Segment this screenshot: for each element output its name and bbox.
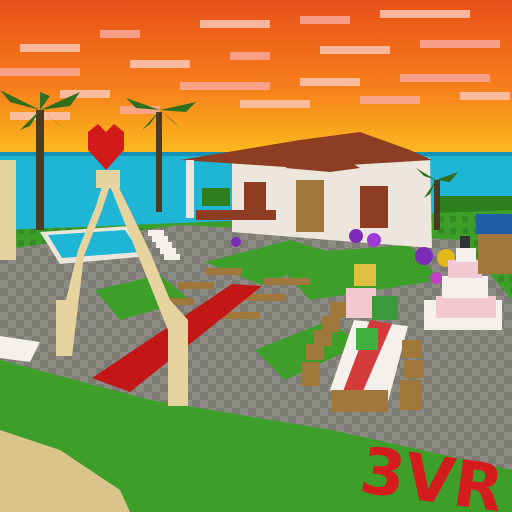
- cloud-block: [360, 96, 420, 104]
- cloud-block: [300, 78, 360, 86]
- cloud-block: [60, 90, 110, 98]
- cloud-block: [230, 52, 270, 60]
- house-window-left: [244, 182, 266, 214]
- cloud-block: [320, 46, 390, 54]
- porch-post: [186, 160, 194, 218]
- cloud-block: [180, 82, 270, 90]
- cloud-block: [300, 16, 350, 24]
- right-hut: [476, 214, 512, 274]
- cloud-block: [400, 74, 490, 82]
- cloud-block: [0, 68, 80, 76]
- porch-hedge: [202, 188, 230, 206]
- porch-deck: [196, 210, 276, 220]
- game-scene[interactable]: 3VR: [0, 0, 512, 512]
- cloud-block: [100, 30, 140, 38]
- cloud-block: [240, 100, 310, 108]
- cloud-block: [200, 20, 270, 28]
- cloud-block: [420, 40, 500, 48]
- cloud-block: [20, 44, 80, 52]
- house-door[interactable]: [296, 180, 324, 232]
- game-viewport[interactable]: 3VR: [0, 0, 512, 512]
- house-window-right: [360, 186, 388, 228]
- cloud-block: [130, 60, 190, 68]
- cloud-block: [380, 10, 470, 18]
- left-stone-pillar: [0, 160, 16, 260]
- cloud-block: [460, 92, 510, 100]
